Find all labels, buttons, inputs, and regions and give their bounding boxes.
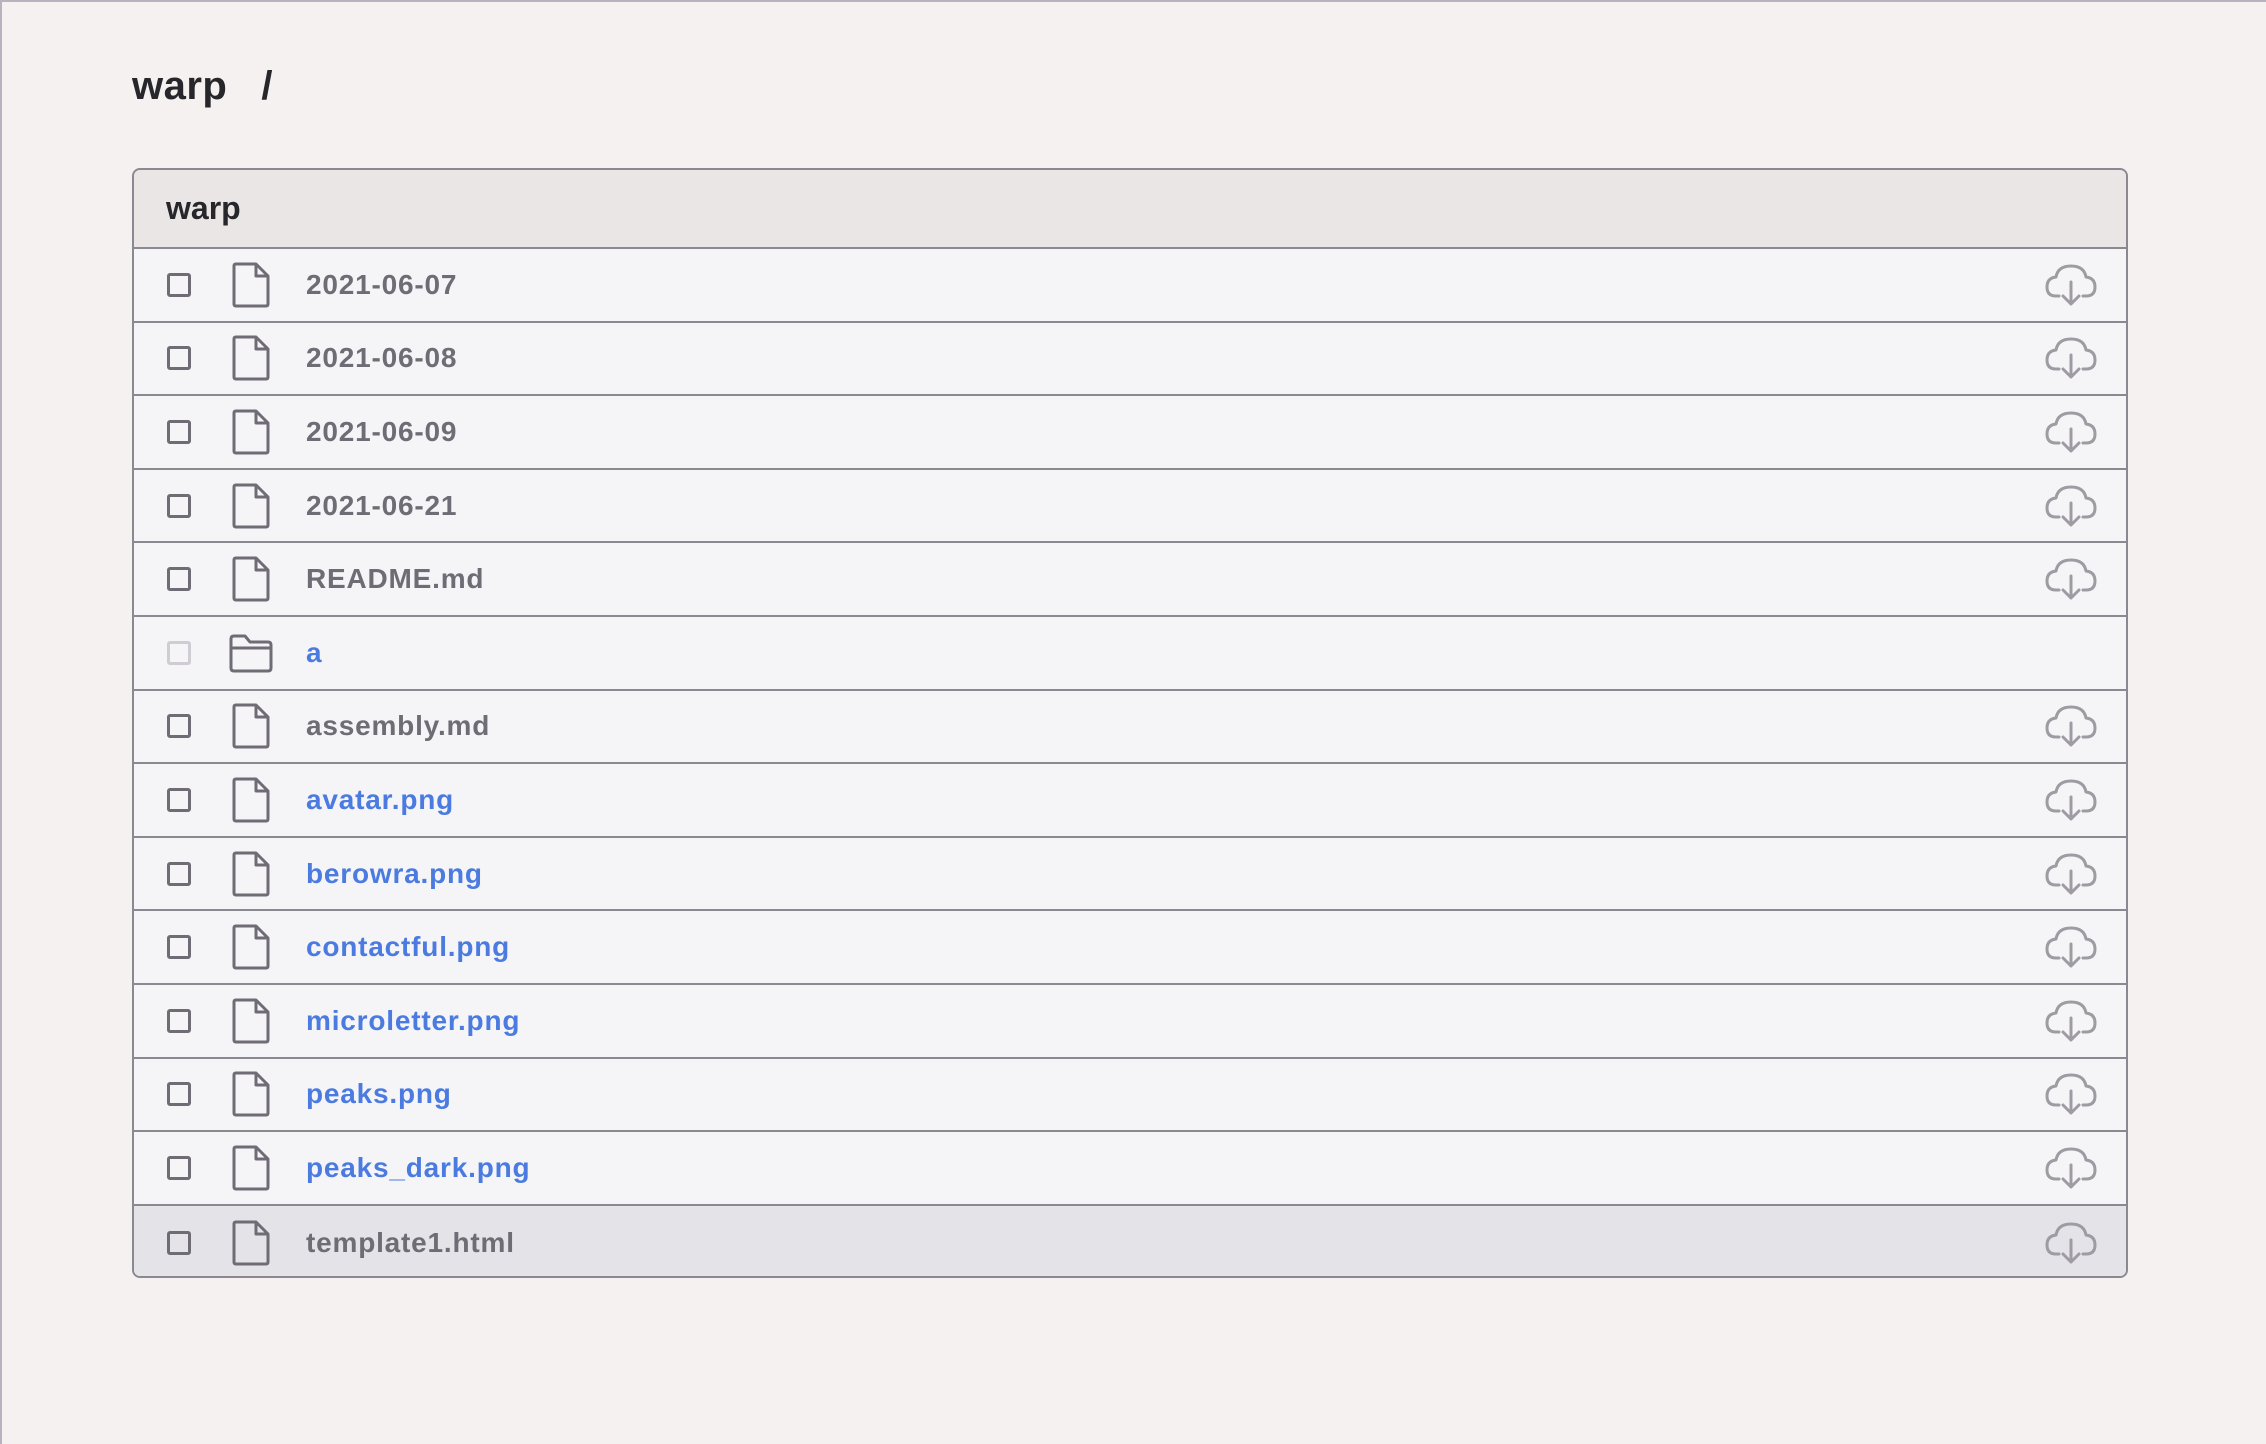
select-checkbox[interactable] [167,1008,191,1033]
file-icon [228,483,274,529]
download-icon[interactable] [2044,335,2098,381]
file-icon [228,556,274,602]
download-icon[interactable] [2044,998,2098,1044]
file-row[interactable]: peaks.png [134,1058,2126,1133]
file-name[interactable]: peaks.png [306,1078,452,1110]
folder-name-link[interactable]: a [306,637,322,669]
breadcrumb-separator: / [261,63,273,108]
file-name[interactable]: contactful.png [306,931,510,963]
file-icon [228,335,274,381]
file-row[interactable]: microletter.png [134,984,2126,1059]
file-icon [228,409,274,455]
download-icon[interactable] [2044,1220,2098,1266]
select-checkbox[interactable] [167,1230,191,1255]
file-icon [228,851,274,897]
breadcrumb-root[interactable]: warp [132,64,227,109]
file-icon [228,777,274,823]
file-row[interactable]: README.md [134,543,2126,617]
file-icon [228,998,274,1044]
download-icon[interactable] [2044,1071,2098,1117]
folder-icon [228,630,274,676]
file-row[interactable]: berowra.png [134,837,2126,912]
file-row[interactable]: avatar.png [134,764,2126,838]
file-icon [228,1220,274,1266]
select-checkbox[interactable] [167,1082,191,1107]
file-name: 2021-06-08 [306,342,458,374]
select-checkbox[interactable] [167,346,191,371]
select-checkbox[interactable] [167,861,191,886]
file-name[interactable]: peaks_dark.png [306,1152,530,1184]
file-name: 2021-06-07 [306,268,458,300]
file-row[interactable]: 2021-06-21 [134,469,2126,544]
select-checkbox[interactable] [167,714,191,739]
select-checkbox[interactable] [167,493,191,518]
folder-row[interactable]: a [134,616,2126,691]
file-row[interactable]: 2021-06-07 [134,249,2126,323]
file-row[interactable]: assembly.md [134,690,2126,765]
select-checkbox[interactable] [167,787,191,812]
panel-title: warp [166,190,241,226]
select-checkbox[interactable] [167,272,191,297]
file-row[interactable]: template1.html [134,1205,2126,1276]
select-checkbox[interactable] [167,419,191,444]
file-row[interactable]: 2021-06-09 [134,396,2126,470]
file-list-panel: warp 2021-06-07 2021-06-08 2021-06-09 2021-… [132,168,2128,1278]
file-icon [228,703,274,749]
file-icon [228,262,274,308]
file-name[interactable]: microletter.png [306,1005,520,1037]
file-row[interactable]: contactful.png [134,911,2126,985]
file-name: 2021-06-21 [306,489,458,521]
file-name: README.md [306,563,485,595]
download-icon[interactable] [2044,1145,2098,1191]
select-checkbox[interactable] [167,567,191,592]
download-icon[interactable] [2044,556,2098,602]
file-name[interactable]: berowra.png [306,858,483,890]
file-icon [228,1071,274,1117]
download-icon[interactable] [2044,851,2098,897]
download-icon[interactable] [2044,777,2098,823]
file-row[interactable]: peaks_dark.png [134,1132,2126,1206]
file-name: template1.html [306,1226,515,1258]
download-icon[interactable] [2044,409,2098,455]
file-list: 2021-06-07 2021-06-08 2021-06-09 2021-06-21… [134,249,2126,1276]
download-icon[interactable] [2044,483,2098,529]
file-name: assembly.md [306,710,491,742]
select-checkbox [167,640,191,665]
file-icon [228,924,274,970]
file-name: 2021-06-09 [306,415,458,447]
breadcrumb: warp / [132,58,273,114]
select-checkbox[interactable] [167,935,191,960]
file-icon [228,1145,274,1191]
file-row[interactable]: 2021-06-08 [134,322,2126,397]
panel-header: warp [134,170,2126,249]
select-checkbox[interactable] [167,1155,191,1180]
download-icon[interactable] [2044,924,2098,970]
download-icon[interactable] [2044,703,2098,749]
download-icon[interactable] [2044,262,2098,308]
file-name[interactable]: avatar.png [306,784,454,816]
